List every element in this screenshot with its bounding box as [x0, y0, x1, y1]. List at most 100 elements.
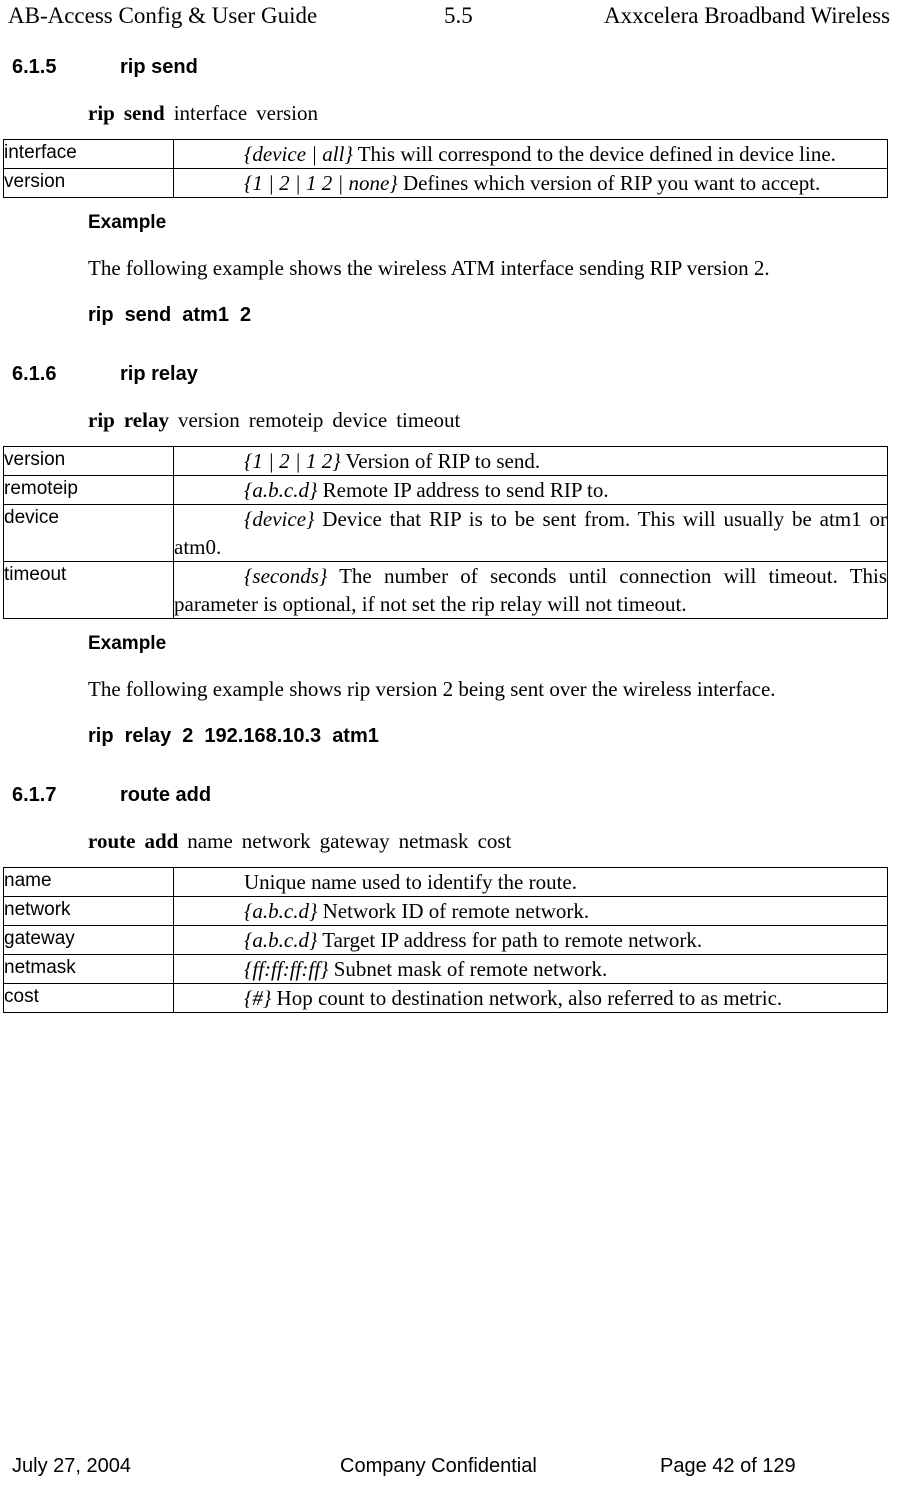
param-desc-cell: {#} Hop count to destination network, al…	[173, 983, 888, 1013]
param-name-cell: network	[3, 896, 174, 926]
example-command-6-1-6: rip relay 2 192.168.10.3 atm1	[88, 723, 911, 749]
param-text: Version of RIP to send.	[345, 449, 541, 473]
param-text: This will correspond to the device defin…	[357, 142, 836, 166]
command-token: relay	[124, 725, 172, 747]
param-desc-cell: {a.b.c.d} Network ID of remote network.	[173, 896, 888, 926]
param-syntax: {seconds}	[244, 564, 328, 588]
param-desc-cell: {1 | 2 | 1 2} Version of RIP to send.	[173, 446, 888, 476]
syntax-param: interface	[173, 101, 248, 125]
param-text: Subnet mask of remote network.	[333, 957, 608, 981]
param-syntax: {a.b.c.d}	[244, 478, 318, 502]
section-heading-6-1-5: 6.1.5 rip send	[0, 54, 911, 80]
command-token: 192.168.10.3	[204, 725, 322, 747]
example-label-6-1-6: Example	[88, 633, 167, 654]
command-token: 2	[239, 304, 252, 326]
param-syntax: {a.b.c.d}	[244, 899, 318, 923]
param-name-cell: cost	[3, 983, 174, 1013]
param-name-cell: remoteip	[3, 475, 174, 505]
param-desc-cell: {a.b.c.d} Target IP address for path to …	[173, 925, 888, 955]
section-number: 6.1.7	[12, 784, 57, 806]
param-desc-cell: {ff:ff:ff:ff} Subnet mask of remote netw…	[173, 954, 888, 984]
section-number: 6.1.6	[12, 363, 57, 385]
page-content: 6.1.5 rip send rip send interface version in…	[0, 34, 911, 1013]
syntax-param: version	[177, 408, 240, 432]
param-name-cell: interface	[3, 139, 174, 169]
param-name-cell: version	[3, 168, 174, 198]
syntax-param: netmask	[398, 829, 469, 853]
param-syntax: {1 | 2 | 1 2}	[244, 449, 341, 473]
syntax-param: network	[241, 829, 311, 853]
param-desc-cell: {a.b.c.d} Remote IP address to send RIP …	[173, 475, 888, 505]
param-syntax: {ff:ff:ff:ff}	[244, 957, 329, 981]
footer-date: July 27, 2004	[12, 1455, 131, 1477]
syntax-command-2: relay	[123, 408, 169, 432]
param-text: Unique name used to identify the route.	[244, 870, 577, 894]
example-description-6-1-5: The following example shows the wireless…	[88, 256, 770, 280]
command-token: rip	[88, 304, 114, 326]
table-row: version {1 | 2 | 1 2} Version of RIP to …	[3, 446, 888, 476]
param-text: Remote IP address to send RIP to.	[322, 478, 609, 502]
example-command-6-1-5: rip send atm1 2	[88, 302, 911, 328]
param-text: Target IP address for path to remote net…	[322, 928, 703, 952]
command-token: atm1	[182, 304, 229, 326]
table-row: cost {#} Hop count to destination networ…	[3, 983, 888, 1013]
page-footer: July 27, 2004 Company Confidential Page …	[0, 1452, 911, 1486]
param-name-cell: version	[3, 446, 174, 476]
section-heading-6-1-7: 6.1.7 route add	[0, 782, 911, 808]
syntax-param: cost	[477, 829, 512, 853]
section-title: rip send	[120, 56, 198, 78]
syntax-command-1: rip	[88, 408, 115, 432]
table-row: interface {device | all} This will corre…	[3, 139, 888, 169]
param-syntax: {1 | 2 | 1 2 | none}	[244, 171, 398, 195]
syntax-param: device	[332, 408, 388, 432]
syntax-command-2: add	[144, 829, 179, 853]
syntax-line-rip-relay: rip relay version remoteip device timeout	[88, 407, 911, 434]
param-desc-cell: {1 | 2 | 1 2 | none} Defines which versi…	[173, 168, 888, 198]
example-label-6-1-5: Example	[88, 212, 167, 233]
syntax-param: remoteip	[248, 408, 324, 432]
parameter-table-route-add: name Unique name used to identify the ro…	[3, 867, 888, 1013]
param-name-cell: gateway	[3, 925, 174, 955]
parameter-table-rip-send: interface {device | all} This will corre…	[3, 139, 888, 198]
header-version: 5.5	[444, 3, 473, 28]
param-name-cell: device	[3, 504, 174, 562]
param-name-cell: timeout	[3, 561, 174, 619]
table-row: gateway {a.b.c.d} Target IP address for …	[3, 925, 888, 955]
param-syntax: {device | all}	[244, 142, 353, 166]
param-syntax: {device}	[244, 507, 315, 531]
param-desc-cell: {seconds} The number of seconds until co…	[173, 561, 888, 619]
param-name-cell: name	[3, 867, 174, 897]
param-name-cell: netmask	[3, 954, 174, 984]
command-token: atm1	[332, 725, 379, 747]
header-left-title: AB-Access Config & User Guide	[8, 3, 318, 28]
param-syntax: {#}	[244, 986, 272, 1010]
table-row: netmask {ff:ff:ff:ff} Subnet mask of rem…	[3, 954, 888, 984]
syntax-param: gateway	[319, 829, 390, 853]
param-desc-cell: {device | all} This will correspond to t…	[173, 139, 888, 169]
footer-page-number: Page 42 of 129	[660, 1455, 796, 1477]
syntax-command-1: route	[88, 829, 136, 853]
table-row: version {1 | 2 | 1 2 | none} Defines whi…	[3, 168, 888, 198]
page-header: AB-Access Config & User Guide 5.5 Axxcel…	[0, 0, 911, 34]
param-text: Defines which version of RIP you want to…	[402, 171, 821, 195]
param-text: Network ID of remote network.	[322, 899, 590, 923]
table-row: timeout {seconds} The number of seconds …	[3, 561, 888, 619]
syntax-param: version	[256, 101, 318, 125]
syntax-command-2: send	[123, 101, 165, 125]
param-desc-cell: {device} Device that RIP is to be sent f…	[173, 504, 888, 562]
section-number: 6.1.5	[12, 56, 57, 78]
param-text: Hop count to destination network, also r…	[276, 986, 783, 1010]
syntax-param: name	[187, 829, 233, 853]
command-token: send	[124, 304, 172, 326]
table-row: name Unique name used to identify the ro…	[3, 867, 888, 897]
footer-confidentiality: Company Confidential	[340, 1455, 537, 1477]
section-title: rip relay	[120, 363, 198, 385]
table-row: network {a.b.c.d} Network ID of remote n…	[3, 896, 888, 926]
table-row: remoteip {a.b.c.d} Remote IP address to …	[3, 475, 888, 505]
syntax-param: timeout	[396, 408, 461, 432]
syntax-line-rip-send: rip send interface version	[88, 100, 911, 127]
command-token: rip	[88, 725, 114, 747]
param-desc-cell: Unique name used to identify the route.	[173, 867, 888, 897]
header-company: Axxcelera Broadband Wireless	[604, 3, 891, 28]
syntax-line-route-add: route add name network gateway netmask cost	[88, 828, 911, 855]
